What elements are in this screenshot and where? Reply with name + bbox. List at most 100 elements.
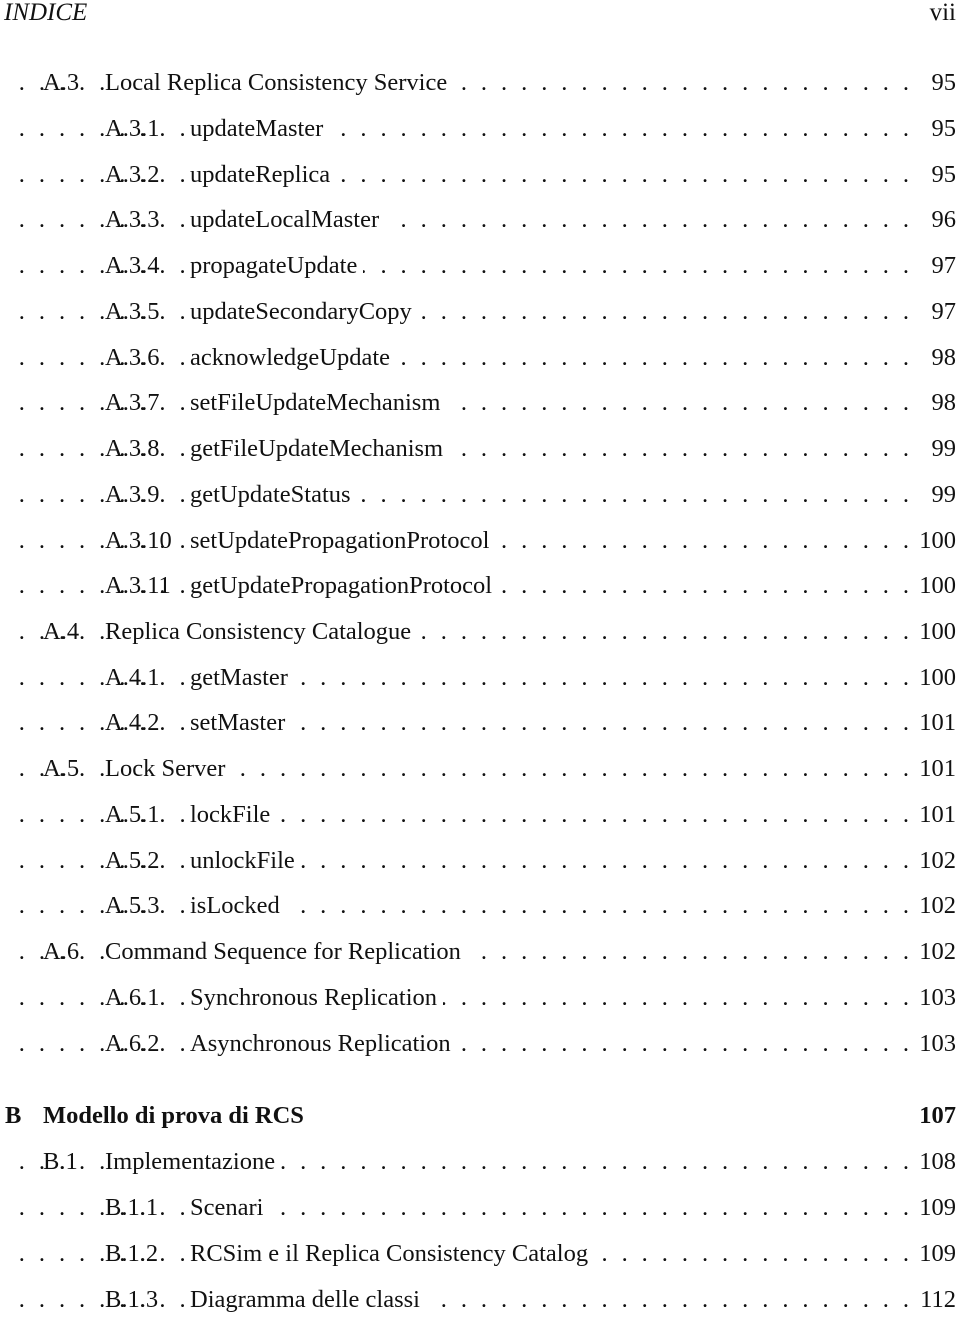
toc-leader-dots: ........................................… xyxy=(18,1286,910,1313)
running-header: INDICE vii xyxy=(0,0,960,26)
toc-subsection-entry[interactable]: ........................................… xyxy=(0,205,960,235)
toc-entry-title[interactable]: isLocked xyxy=(190,891,286,921)
toc-subsection-entry[interactable]: ........................................… xyxy=(0,1029,960,1059)
toc-leader-dots: ........................................… xyxy=(18,344,910,371)
toc-subsection-entry[interactable]: ........................................… xyxy=(0,1193,960,1223)
toc-subsection-entry[interactable]: ........................................… xyxy=(0,1285,960,1315)
toc-entry-title[interactable]: setUpdatePropagationProtocol xyxy=(190,526,496,556)
toc-leader-dots: ........................................… xyxy=(18,664,910,691)
toc-leader-dots: ........................................… xyxy=(18,481,910,508)
toc-entry-title[interactable]: Diagramma delle classi xyxy=(190,1285,426,1315)
toc-leader-dots: ........................................… xyxy=(18,709,910,736)
toc-subsection-entry[interactable]: ........................................… xyxy=(0,434,960,464)
toc-leader-dots: ........................................… xyxy=(18,252,910,279)
toc-entry-title[interactable]: getMaster xyxy=(190,663,294,693)
toc-subsection-entry[interactable]: ........................................… xyxy=(0,846,960,876)
toc-subsection-entry[interactable]: ........................................… xyxy=(0,343,960,373)
toc-entry-page[interactable]: 99 xyxy=(927,480,956,510)
toc-leader-dots: ........................................… xyxy=(18,115,910,142)
toc-entry-title[interactable]: updateLocalMaster xyxy=(190,205,386,235)
toc-entry-title[interactable]: Command Sequence for Replication xyxy=(105,937,467,967)
toc-subsection-entry[interactable]: ........................................… xyxy=(0,891,960,921)
toc-subsection-entry[interactable]: ........................................… xyxy=(0,663,960,693)
running-header-page-number: vii xyxy=(929,0,956,26)
toc-leader-dots: ........................................… xyxy=(18,892,910,919)
toc-entry-title[interactable]: Scenari xyxy=(190,1193,270,1223)
toc-leader-dots: ........................................… xyxy=(18,161,910,188)
toc-leader-dots: ........................................… xyxy=(18,389,910,416)
toc-entry-page[interactable]: 97 xyxy=(927,251,956,281)
toc-entry-page[interactable]: 112 xyxy=(916,1285,956,1315)
toc-entry-title[interactable]: getUpdateStatus xyxy=(190,480,357,510)
toc-entry-page[interactable]: 95 xyxy=(927,160,956,190)
toc-entry-title[interactable]: unlockFile xyxy=(190,846,301,876)
toc-entry-title[interactable]: getFileUpdateMechanism xyxy=(190,434,450,464)
toc-chapter-entry[interactable]: B Modello di prova di RCS 107 xyxy=(0,1101,960,1131)
toc-entry-page[interactable]: 109 xyxy=(915,1239,956,1269)
toc-entry-page[interactable]: 98 xyxy=(927,343,956,373)
toc-subsection-entry[interactable]: ........................................… xyxy=(0,114,960,144)
toc-leader-dots: ........................................… xyxy=(18,298,910,325)
toc-entry-page[interactable]: 109 xyxy=(915,1193,956,1223)
toc-entry-page[interactable]: 107 xyxy=(915,1101,956,1131)
toc-subsection-entry[interactable]: ........................................… xyxy=(0,160,960,190)
toc-entry-page[interactable]: 99 xyxy=(927,434,956,464)
toc-entry-title[interactable]: acknowledgeUpdate xyxy=(190,343,396,373)
toc-entry-title[interactable]: Local Replica Consistency Service xyxy=(105,68,454,98)
toc-entry-title[interactable]: RCSim e il Replica Consistency Catalog xyxy=(190,1239,595,1269)
toc-subsection-entry[interactable]: ........................................… xyxy=(0,251,960,281)
toc-entry-title[interactable]: Replica Consistency Catalogue xyxy=(105,617,418,647)
toc-leader-dots: ........................................… xyxy=(18,801,910,828)
toc-entry-page[interactable]: 102 xyxy=(915,891,956,921)
toc-entry-page[interactable]: 96 xyxy=(927,205,956,235)
toc-subsection-entry[interactable]: ........................................… xyxy=(0,388,960,418)
toc-entry-title[interactable]: propagateUpdate xyxy=(190,251,364,281)
toc-leader-dots: ........................................… xyxy=(18,1030,910,1057)
toc-entry-page[interactable]: 95 xyxy=(927,68,956,98)
toc-entry-title[interactable]: Synchronous Replication xyxy=(190,983,444,1013)
toc-entry-page[interactable]: 95 xyxy=(927,114,956,144)
toc-entry-title[interactable]: Implementazione xyxy=(105,1147,282,1177)
toc-subsection-entry[interactable]: ........................................… xyxy=(0,571,960,601)
toc-subsection-entry[interactable]: ........................................… xyxy=(0,1239,960,1269)
toc-entry-number: B xyxy=(5,1102,22,1129)
toc-entry-page[interactable]: 102 xyxy=(915,846,956,876)
toc-section-entry[interactable]: ........................................… xyxy=(0,754,960,784)
toc-subsection-entry[interactable]: ........................................… xyxy=(0,480,960,510)
toc-entry-page[interactable]: 102 xyxy=(915,937,956,967)
toc-entry-page[interactable]: 100 xyxy=(915,617,956,647)
toc-entry-title[interactable]: updateReplica xyxy=(190,160,337,190)
toc-entry-title[interactable]: updateSecondaryCopy xyxy=(190,297,418,327)
toc-entry-title[interactable]: Lock Server xyxy=(105,754,232,784)
toc-entry-title[interactable]: lockFile xyxy=(190,800,277,830)
toc-leader-dots: ........................................… xyxy=(18,984,910,1011)
toc-subsection-entry[interactable]: ........................................… xyxy=(0,526,960,556)
toc-entry-page[interactable]: 98 xyxy=(927,388,956,418)
toc-entry-page[interactable]: 101 xyxy=(915,708,956,738)
toc-entry-page[interactable]: 100 xyxy=(915,526,956,556)
toc-entry-page[interactable]: 101 xyxy=(915,800,956,830)
toc-subsection-entry[interactable]: ........................................… xyxy=(0,983,960,1013)
toc-entry-title[interactable]: getUpdatePropagationProtocol xyxy=(190,571,499,601)
toc-section-entry[interactable]: ........................................… xyxy=(0,617,960,647)
toc-leader-dots: ........................................… xyxy=(18,435,910,462)
toc-entry-title[interactable]: updateMaster xyxy=(190,114,330,144)
toc-leader-dots: ........................................… xyxy=(18,847,910,874)
toc-entry-title[interactable]: Asynchronous Replication xyxy=(190,1029,457,1059)
toc-subsection-entry[interactable]: ........................................… xyxy=(0,800,960,830)
toc-entry-page[interactable]: 101 xyxy=(915,754,956,784)
toc-entry-page[interactable]: 97 xyxy=(927,297,956,327)
toc-subsection-entry[interactable]: ........................................… xyxy=(0,297,960,327)
toc-section-entry[interactable]: ........................................… xyxy=(0,1147,960,1177)
toc-section-entry[interactable]: ........................................… xyxy=(0,937,960,967)
toc-entry-page[interactable]: 103 xyxy=(915,983,956,1013)
toc-entry-page[interactable]: 100 xyxy=(915,663,956,693)
toc-entry-page[interactable]: 103 xyxy=(915,1029,956,1059)
toc-entry-title[interactable]: setMaster xyxy=(190,708,292,738)
toc-entry-title[interactable]: Modello di prova di RCS xyxy=(43,1101,310,1131)
toc-section-entry[interactable]: ........................................… xyxy=(0,68,960,98)
toc-entry-page[interactable]: 108 xyxy=(915,1147,956,1177)
toc-entry-title[interactable]: setFileUpdateMechanism xyxy=(190,388,447,418)
toc-entry-page[interactable]: 100 xyxy=(915,571,956,601)
toc-subsection-entry[interactable]: ........................................… xyxy=(0,708,960,738)
